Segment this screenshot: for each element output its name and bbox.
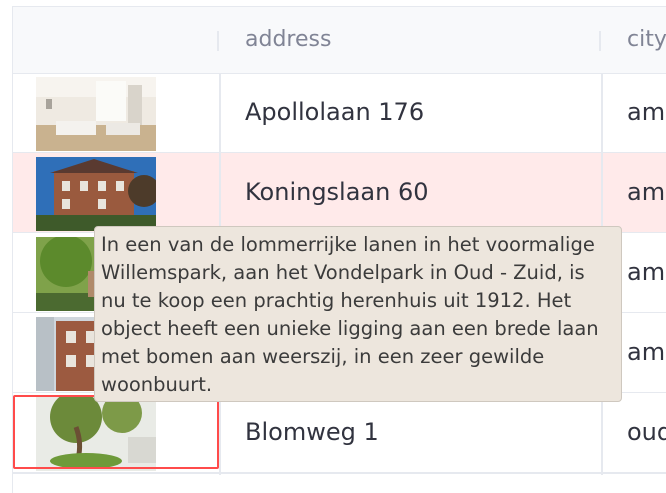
column-header-address[interactable]: address	[245, 7, 331, 73]
address-cell[interactable]: Blomweg 1	[245, 393, 379, 472]
table-bottom-border	[13, 473, 666, 474]
selected-cell-outline	[13, 395, 219, 469]
table-header: address city	[13, 7, 666, 74]
address-cell[interactable]: Apollolaan 176	[245, 73, 424, 152]
city-cell[interactable]: ams	[627, 233, 666, 312]
tooltip-text: In een van de lommerrijke lanen in het v…	[101, 233, 599, 396]
column-header-city[interactable]: city	[627, 7, 666, 73]
table-row[interactable]: Apollolaan 176 ams	[13, 73, 666, 153]
column-resize-handle[interactable]	[217, 31, 219, 51]
property-image[interactable]	[36, 77, 156, 151]
description-tooltip: In een van de lommerrijke lanen in het v…	[94, 226, 622, 402]
column-resize-handle[interactable]	[599, 31, 601, 51]
city-cell[interactable]: ams	[627, 153, 666, 232]
address-cell[interactable]: Koningslaan 60	[245, 153, 429, 232]
table-row[interactable]: Koningslaan 60 ams	[13, 153, 666, 233]
property-image[interactable]	[36, 157, 156, 231]
city-cell[interactable]: ams	[627, 73, 666, 152]
city-cell[interactable]: ams	[627, 313, 666, 392]
city-cell[interactable]: oud	[627, 393, 666, 472]
